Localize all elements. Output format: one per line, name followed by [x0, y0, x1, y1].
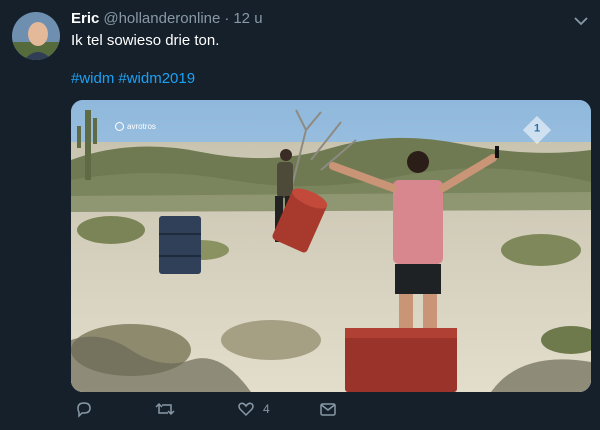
reply-icon	[77, 402, 91, 418]
media-image[interactable]: avrotros 1	[71, 100, 591, 392]
timestamp[interactable]: 12 u	[233, 10, 262, 27]
envelope-icon	[320, 403, 336, 416]
tweet-card[interactable]: Eric @hollanderonline · 12 u Ik tel sowi…	[0, 0, 600, 430]
avatar[interactable]	[12, 12, 60, 60]
tweet-text: Ik tel sowieso drie ton.	[71, 32, 220, 49]
heart-icon	[238, 402, 254, 417]
author-name[interactable]: Eric	[71, 10, 99, 27]
hashtag-link[interactable]: #widm	[71, 70, 114, 87]
share-button[interactable]	[319, 400, 337, 418]
tweet-header: Eric @hollanderonline · 12 u	[71, 10, 263, 30]
broadcaster-label: avrotros	[127, 122, 156, 131]
desert-scene-image	[71, 100, 591, 392]
like-button[interactable]: 4	[237, 400, 270, 418]
channel-label: 1	[533, 122, 541, 135]
retweet-button[interactable]	[155, 400, 175, 418]
avatar-image	[12, 12, 60, 60]
retweet-icon	[155, 402, 175, 416]
separator-dot: ·	[224, 10, 230, 27]
hashtag-link[interactable]: #widm2019	[118, 70, 195, 87]
broadcaster-logo: avrotros	[115, 122, 156, 131]
tweet-actions: 4	[71, 400, 571, 424]
like-count: 4	[263, 402, 270, 416]
reply-button[interactable]	[75, 400, 93, 418]
hashtag-list: #widm #widm2019	[71, 70, 195, 87]
author-handle[interactable]: @hollanderonline	[103, 10, 220, 27]
chevron-down-icon[interactable]	[572, 12, 590, 30]
broadcaster-ring-icon	[115, 122, 124, 131]
